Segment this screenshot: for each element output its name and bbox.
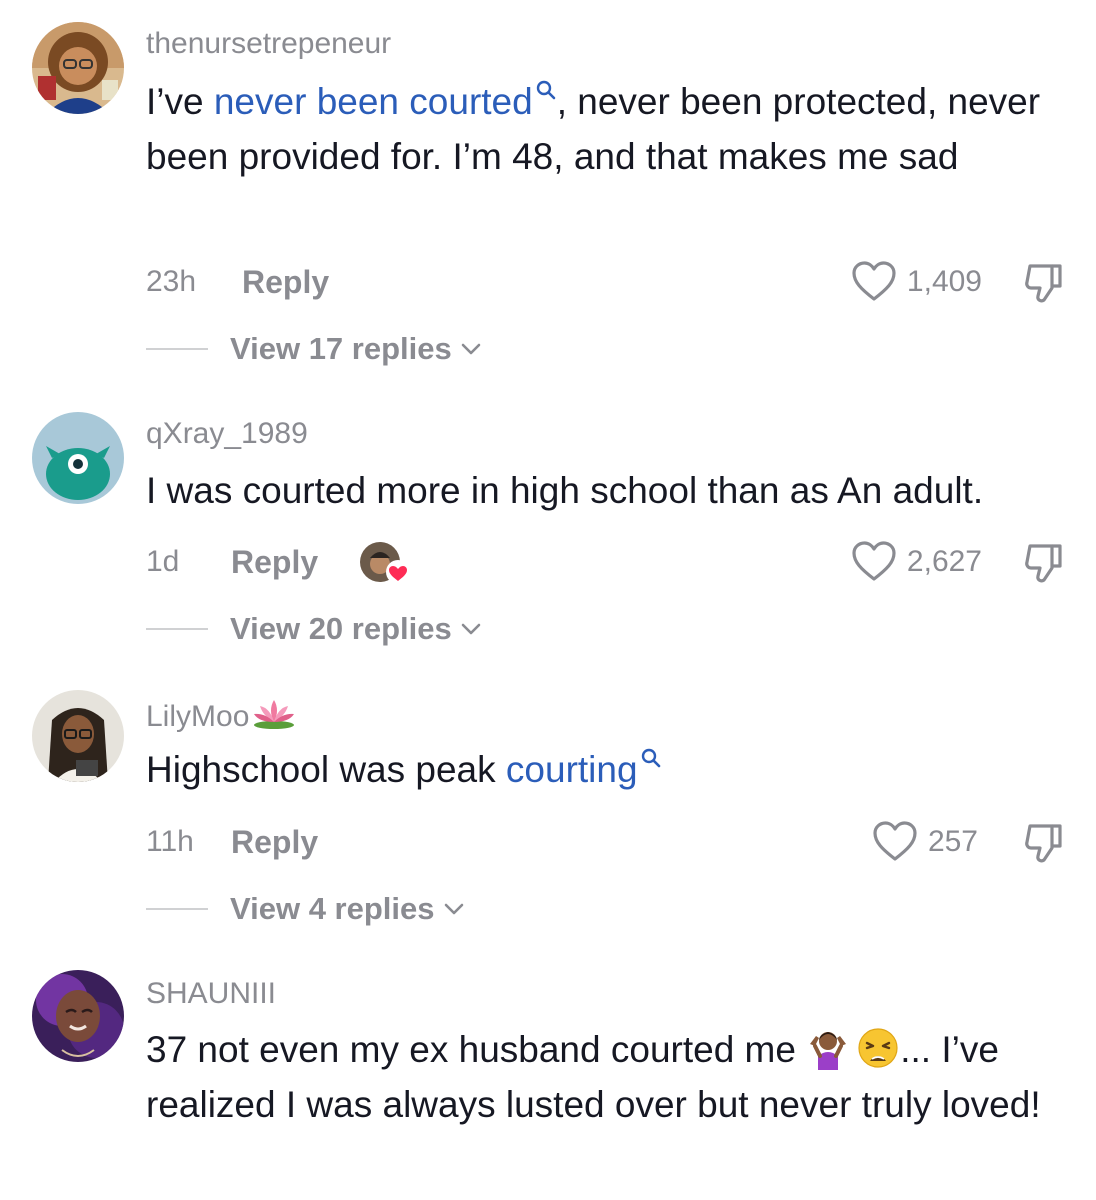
view-replies-label: View 17 replies [230, 331, 452, 366]
search-icon [536, 80, 556, 99]
comment-username[interactable]: thenursetrepeneur [146, 26, 391, 62]
reply-button[interactable]: Reply [242, 262, 329, 302]
replies-divider [146, 908, 208, 910]
lotus-emoji [254, 700, 295, 729]
like-button[interactable]: 257 [872, 821, 978, 862]
heart-icon [852, 261, 896, 301]
like-button[interactable]: 2,627 [851, 541, 982, 582]
comment-username[interactable]: SHAUNIII [146, 976, 276, 1012]
like-count: 257 [927, 825, 978, 858]
avatar[interactable] [32, 970, 124, 1062]
heart-icon [852, 541, 896, 581]
comment-text-start: 37 not even my ex husband courted me [146, 1029, 807, 1070]
view-replies-label: View 20 replies [230, 611, 452, 646]
comment-text: I’ve never been courted, never been prot… [146, 74, 1076, 184]
search-link[interactable]: never been courted [213, 80, 557, 122]
replies-divider [146, 628, 208, 630]
comment-time: 11h [146, 825, 194, 858]
comment-meta: 1d Reply 2,627 [146, 541, 1096, 584]
avatar[interactable] [32, 690, 124, 782]
comment-text-start: Highschool was peak [146, 749, 506, 790]
dislike-icon[interactable] [1022, 542, 1066, 586]
comment-meta: 23h Reply 1,409 [146, 261, 1096, 303]
dislike-icon[interactable] [1022, 262, 1066, 306]
view-replies-button[interactable]: View 4 replies [146, 889, 467, 929]
creator-liked-badge [360, 542, 410, 584]
comment-username[interactable]: qXray_1989 [146, 416, 308, 452]
like-count: 1,409 [906, 265, 982, 298]
reply-button[interactable]: Reply [231, 822, 318, 862]
avatar[interactable] [32, 412, 124, 504]
person-shrugging-emoji [810, 1032, 847, 1070]
like-count: 2,627 [906, 545, 982, 578]
view-replies-button[interactable]: View 20 replies [146, 609, 484, 649]
search-icon [641, 748, 660, 767]
search-link-text: never been courted [213, 81, 533, 122]
weary-face-emoji [858, 1028, 898, 1068]
reply-button[interactable]: Reply [231, 542, 318, 582]
chevron-down-icon [444, 903, 463, 915]
search-link[interactable]: courting [505, 748, 662, 790]
like-button[interactable]: 1,409 [851, 261, 982, 302]
comment-text: Highschool was peak courting [146, 742, 1076, 797]
comment-text: I was courted more in high school than a… [146, 470, 984, 511]
comment-text-start: I’ve [146, 81, 214, 122]
view-replies-button[interactable]: View 17 replies [146, 329, 484, 369]
dislike-icon[interactable] [1022, 822, 1066, 866]
comment-username[interactable]: LilyMoo [146, 696, 297, 735]
comment-time: 1d [146, 545, 180, 578]
comment-time: 23h [146, 265, 197, 298]
replies-divider [146, 348, 208, 350]
search-link-text: courting [505, 749, 638, 790]
view-replies-label: View 4 replies [230, 891, 435, 926]
chevron-down-icon [461, 623, 481, 635]
avatar[interactable] [32, 22, 124, 114]
heart-icon [386, 560, 410, 584]
username-text: LilyMoo [146, 700, 250, 733]
comment-meta: 11h Reply 257 [146, 821, 1096, 863]
comment-text: 37 not even my ex husband courted me ...… [146, 1022, 1076, 1132]
chevron-down-icon [461, 343, 481, 355]
heart-icon [873, 821, 917, 861]
